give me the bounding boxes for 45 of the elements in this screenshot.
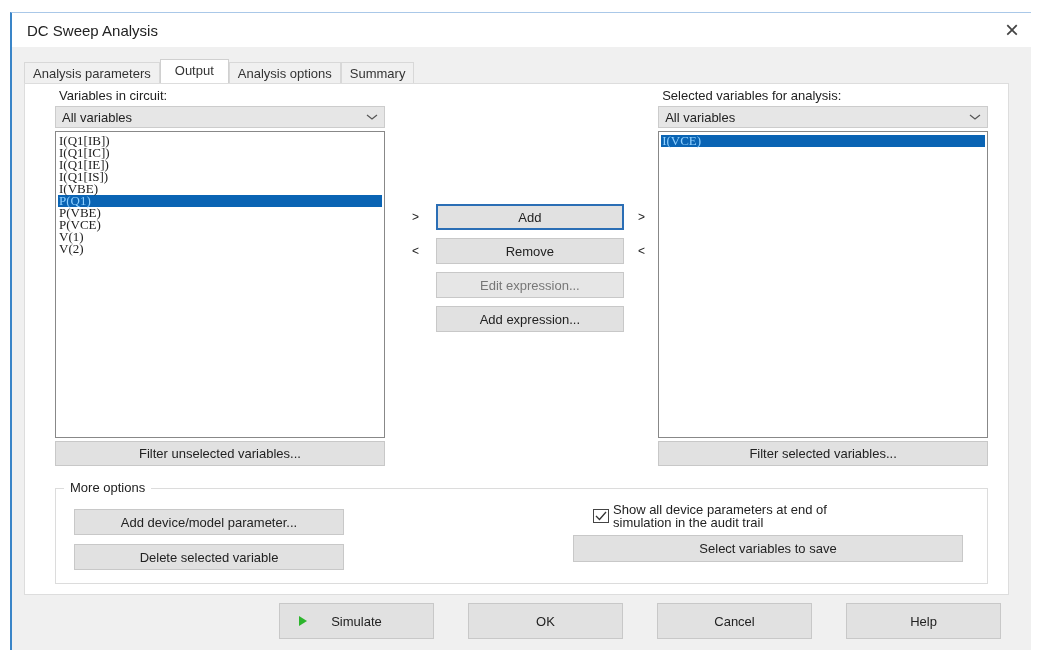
tab[interactable]: Summary xyxy=(340,62,415,83)
transfer-button[interactable]: Add expression... xyxy=(435,306,624,332)
dialog-button[interactable]: Help xyxy=(846,603,1001,639)
list-item[interactable]: I(VCE) xyxy=(661,135,985,147)
list-label: Variables in circuit: xyxy=(58,88,169,105)
checkbox-label: Show all device parameters at end of simulation in the audit trail xyxy=(613,503,828,529)
dialog-button[interactable]: OK xyxy=(468,603,623,639)
transfer-button[interactable]: Add xyxy=(435,204,624,230)
list-item[interactable]: P(Q1) xyxy=(58,195,382,207)
list-item[interactable]: P(VBE) xyxy=(58,207,382,219)
list-item[interactable]: P(VCE) xyxy=(58,219,382,231)
list-item[interactable]: I(Q1[IB]) xyxy=(58,135,382,147)
arrow-mark: < xyxy=(411,244,420,258)
checkbox[interactable] xyxy=(593,509,609,523)
list-item[interactable]: I(Q1[IC]) xyxy=(58,147,382,159)
arrow-mark: > xyxy=(637,210,646,224)
chevron-icon xyxy=(969,114,981,120)
list-item[interactable]: I(Q1[IS]) xyxy=(58,171,382,183)
tab[interactable]: Output xyxy=(159,59,229,83)
close-button[interactable]: × xyxy=(1001,18,1023,42)
play-icon xyxy=(298,615,308,627)
add-parameter-button[interactable]: Add device/model parameter... xyxy=(74,509,344,535)
filter-button[interactable]: Filter selected variables... xyxy=(658,441,988,466)
variable-list[interactable]: I(Q1[IB]) I(Q1[IC]) I(Q1[IE]) I(Q1[IS]) I(VBE) P(Q1) P(VBE) P(VCE) V(1) V(2) xyxy=(55,131,385,438)
simulate-button[interactable]: Simulate xyxy=(279,603,434,639)
filter-dropdown[interactable]: All variables xyxy=(55,106,385,128)
variable-list[interactable]: I(VCE) xyxy=(658,131,988,438)
list-item[interactable]: V(1) xyxy=(58,231,382,243)
list-label: Selected variables for analysis: xyxy=(661,88,843,105)
save-variables-button[interactable]: Select variables to save xyxy=(573,535,963,562)
filter-button[interactable]: Filter unselected variables... xyxy=(55,441,385,466)
tab[interactable]: Analysis parameters xyxy=(24,62,160,83)
arrow-mark: > xyxy=(411,210,420,224)
arrow-mark: < xyxy=(637,244,646,258)
group-title: More options xyxy=(64,480,152,495)
list-item[interactable]: I(Q1[IE]) xyxy=(58,159,382,171)
list-item[interactable]: I(VBE) xyxy=(58,183,382,195)
delete-variable-button[interactable]: Delete selected variable xyxy=(74,544,344,570)
list-item[interactable]: V(2) xyxy=(58,243,382,255)
tab[interactable]: Analysis options xyxy=(228,62,341,83)
dialog-button[interactable]: Cancel xyxy=(657,603,812,639)
chevron-icon xyxy=(365,114,378,120)
transfer-button[interactable]: Remove xyxy=(435,238,624,264)
window-title: DC Sweep Analysis xyxy=(27,21,158,39)
filter-dropdown[interactable]: All variables xyxy=(658,106,988,128)
